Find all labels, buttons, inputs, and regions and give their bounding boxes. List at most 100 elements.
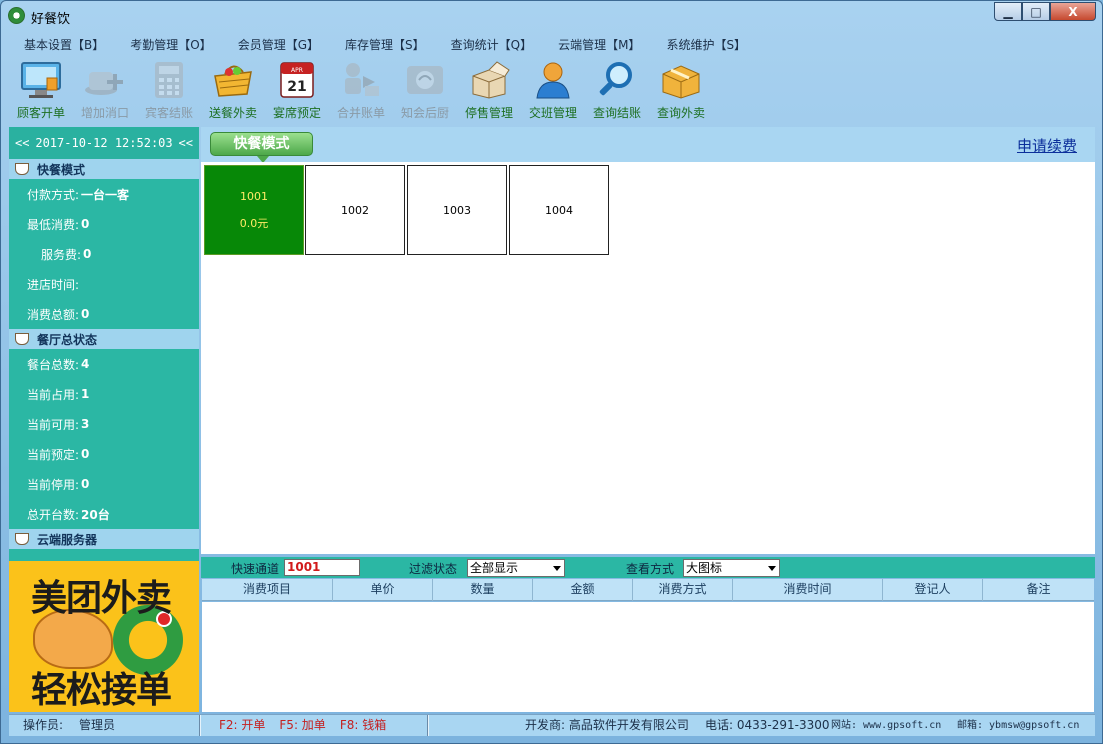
cup-icon — [15, 333, 29, 345]
clock-bar: << 2017-10-12 12:52:03 << — [9, 127, 199, 159]
cloud-section-title: 云端服务器 — [37, 532, 98, 547]
add-item-button[interactable]: 增加消口 — [73, 59, 137, 123]
table-name: 1003 — [443, 203, 471, 217]
reserved-row: 当前预定: 0 — [9, 439, 199, 469]
row-value: 0 — [81, 477, 90, 491]
checkout-button[interactable]: 宾客结账 — [137, 59, 201, 123]
toolbar: 顾客开单 增加消口 宾客结账 送餐外卖 APR 21 宴席预定 合并账单 知会后… — [9, 59, 1095, 123]
stop-sale-button[interactable]: 停售管理 — [457, 59, 521, 123]
title-bar[interactable]: 好餐饮 ▁ □ X — [1, 1, 1102, 31]
column-header[interactable]: 金额 — [533, 579, 633, 601]
column-header[interactable]: 消费时间 — [733, 579, 883, 601]
takeout-delivery-button[interactable]: 送餐外卖 — [201, 59, 265, 123]
mode-tab[interactable]: 快餐模式 — [210, 132, 313, 163]
calendar-day: 21 — [287, 79, 306, 95]
banquet-booking-button[interactable]: APR 21 宴席预定 — [265, 59, 329, 123]
column-header[interactable]: 消费方式 — [633, 579, 733, 601]
menu-inventory[interactable]: 库存管理【S】 — [330, 35, 436, 55]
menu-system[interactable]: 系统维护【S】 — [651, 35, 757, 55]
view-mode-select[interactable]: 大图标 — [683, 559, 780, 577]
menu-query-stats[interactable]: 查询统计【Q】 — [436, 35, 543, 55]
shift-handover-button[interactable]: 交班管理 — [521, 59, 585, 123]
menu-members[interactable]: 会员管理【G】 — [223, 35, 330, 55]
row-key: 当前占用: — [27, 387, 80, 402]
fast-food-section-title: 快餐模式 — [37, 162, 86, 177]
status-divider — [199, 715, 201, 736]
column-header[interactable]: 单价 — [333, 579, 433, 601]
merge-bill-button[interactable]: 合并账单 — [329, 59, 393, 123]
column-header[interactable]: 登记人 — [883, 579, 983, 601]
quick-channel-label: 快速通道 — [231, 562, 280, 576]
payment-method-row: 付款方式: 一台一客 — [9, 179, 199, 209]
developer-info: 开发商: 高品软件开发有限公司 — [525, 718, 689, 732]
cup-icon — [15, 533, 29, 545]
meituan-ad-banner[interactable]: 美团外卖 轻松接单 — [9, 561, 199, 712]
row-key: 总开台数: — [27, 507, 80, 522]
filter-status-select[interactable]: 全部显示 — [467, 559, 565, 577]
takeout-delivery-label: 送餐外卖 — [208, 106, 257, 120]
total-tables-row: 餐台总数: 4 — [9, 349, 199, 379]
clock-next-button[interactable]: << — [179, 136, 193, 150]
clock-prev-button[interactable]: << — [15, 136, 29, 150]
operator-name: 管理员 — [79, 718, 116, 732]
open-order-button[interactable]: 顾客开单 — [9, 59, 73, 123]
query-checkout-button[interactable]: 查询结账 — [585, 59, 649, 123]
minimize-button[interactable]: ▁ — [994, 2, 1022, 21]
window-title: 好餐饮 — [31, 12, 71, 27]
hall-status-section-title: 餐厅总状态 — [37, 332, 98, 347]
column-header[interactable]: 备注 — [983, 579, 1094, 601]
row-value: 0 — [81, 217, 90, 231]
checkout-label: 宾客结账 — [144, 106, 193, 120]
renew-link[interactable]: 申请续费 — [1017, 135, 1077, 156]
maximize-button[interactable]: □ — [1022, 2, 1050, 21]
user-icon — [531, 59, 575, 101]
row-value: 1 — [81, 387, 90, 401]
status-bar: 操作员: 管理员 F2: 开单 F5: 加单 F8: 钱箱 开发商: 高品软件开发有… — [9, 714, 1095, 736]
hall-status-section-header[interactable]: 餐厅总状态 — [9, 329, 199, 349]
hotkey-cash-drawer: F8: 钱箱 — [339, 718, 387, 732]
column-header[interactable]: 数量 — [433, 579, 533, 601]
row-key: 当前停用: — [27, 477, 80, 492]
add-item-label: 增加消口 — [80, 106, 129, 120]
stop-sale-label: 停售管理 — [464, 106, 513, 120]
row-key: 付款方式: — [27, 187, 80, 202]
hotkey-open-order: F2: 开单 — [219, 718, 266, 732]
total-spend-row: 消费总额: 0 — [9, 299, 199, 329]
row-key: 当前可用: — [27, 417, 80, 432]
row-value: 0 — [83, 247, 92, 261]
query-takeout-button[interactable]: 查询外卖 — [649, 59, 713, 123]
filter-status-value: 全部显示 — [470, 561, 519, 575]
table-card[interactable]: 1003 — [407, 165, 507, 255]
fast-food-section-header[interactable]: 快餐模式 — [9, 159, 199, 179]
row-key: 餐台总数: — [27, 357, 80, 372]
cloud-section-header[interactable]: 云端服务器 — [9, 529, 199, 549]
column-header[interactable]: 消费项目 — [202, 579, 333, 601]
tables-area: 1001 0.0元 1002 1003 1004 — [201, 162, 1095, 554]
order-grid-body[interactable] — [202, 602, 1094, 712]
service-fee-row: 服务费: 0 — [9, 239, 199, 269]
merge-icon — [339, 59, 383, 101]
row-key: 最低消费: — [27, 217, 80, 232]
close-button[interactable]: X — [1050, 2, 1096, 21]
table-card[interactable]: 1001 0.0元 — [204, 165, 304, 255]
order-grid-header: 消费项目 单价 数量 金额 消费方式 消费时间 登记人 备注 — [202, 579, 1094, 601]
calculator-icon — [147, 59, 191, 101]
menu-cloud[interactable]: 云端管理【M】 — [543, 35, 651, 55]
table-amount: 0.0元 — [239, 216, 269, 230]
app-logo-icon — [8, 7, 25, 24]
hotkeys: F2: 开单 F5: 加单 F8: 钱箱 — [219, 715, 400, 736]
main-header: 快餐模式 申请续费 — [201, 127, 1095, 163]
menu-basic-settings[interactable]: 基本设置【B】 — [9, 35, 115, 55]
quick-channel-input[interactable]: 1001 — [284, 559, 360, 576]
total-opened-row: 总开台数: 20台 — [9, 499, 199, 529]
row-key: 消费总额: — [27, 307, 80, 322]
table-card[interactable]: 1004 — [509, 165, 609, 255]
notify-kitchen-button[interactable]: 知会后厨 — [393, 59, 457, 123]
menu-attendance[interactable]: 考勤管理【O】 — [115, 35, 222, 55]
hall-status-section: 餐台总数: 4 当前占用: 1 当前可用: 3 当前预定: 0 当前停用: 0 总开台数:… — [9, 349, 199, 529]
table-name: 1004 — [545, 203, 573, 217]
query-takeout-label: 查询外卖 — [656, 106, 705, 120]
available-row: 当前可用: 3 — [9, 409, 199, 439]
table-card[interactable]: 1002 — [305, 165, 405, 255]
banquet-booking-label: 宴席预定 — [272, 106, 321, 120]
